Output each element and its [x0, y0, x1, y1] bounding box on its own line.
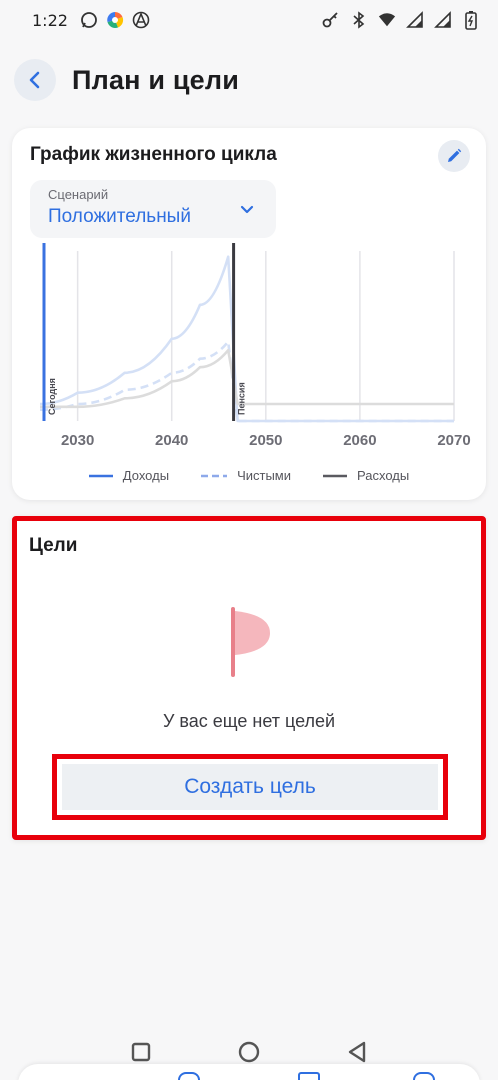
- series-line: [39, 340, 454, 423]
- x-tick-label: 2040: [155, 432, 188, 449]
- x-tick-label: 2050: [249, 432, 282, 449]
- bluetooth-icon: [350, 11, 368, 29]
- status-left-icons: [80, 11, 150, 29]
- legend-label-expenses: Расходы: [357, 468, 410, 483]
- create-goal-highlight: Создать цель: [52, 754, 448, 820]
- battery-icon: [462, 11, 480, 30]
- series-line: [39, 255, 454, 423]
- scenario-value: Положительный: [48, 206, 191, 227]
- create-goal-button[interactable]: Создать цель: [62, 764, 438, 810]
- signal-icon: [434, 11, 452, 29]
- goals-title: Цели: [29, 535, 78, 556]
- edit-button[interactable]: [438, 140, 470, 172]
- legend-item-expenses: Расходы: [323, 468, 409, 483]
- scenario-label: Сценарий: [48, 187, 109, 202]
- legend-item-net: Чистыми: [201, 468, 291, 483]
- lifecycle-chart-card: График жизненного цикла Сценарий Положит…: [12, 128, 486, 500]
- legend-label-income: Доходы: [122, 468, 170, 483]
- x-tick-label: 2060: [343, 432, 376, 449]
- chart-title: График жизненного цикла: [30, 144, 277, 165]
- circle-icon: [238, 1041, 260, 1063]
- legend-item-income: Доходы: [88, 468, 170, 483]
- legend-label-net: Чистыми: [237, 468, 291, 483]
- flag-icon: [231, 607, 270, 677]
- key-icon: [322, 11, 340, 29]
- triangle-left-icon: [348, 1041, 366, 1063]
- chevron-left-icon: [29, 71, 40, 89]
- lifecycle-chart: 2030 2040 2050 2060 2070 Сегодня Пенсия: [39, 243, 471, 449]
- wifi-icon: [378, 11, 396, 29]
- signal-icon: [406, 11, 424, 29]
- bottom-tab-bar: [18, 1064, 480, 1080]
- back-button[interactable]: [14, 59, 56, 101]
- anarchy-app-icon: [132, 11, 150, 29]
- goals-card: Цели У вас еще нет целей Создать цель: [12, 516, 486, 840]
- status-bar: 1:22: [0, 0, 498, 40]
- empty-goals-text: У вас еще нет целей: [162, 711, 336, 731]
- tab-icon[interactable]: [413, 1072, 435, 1080]
- page-title: План и цели: [72, 64, 240, 95]
- scenario-select[interactable]: Сценарий Положительный: [30, 180, 276, 238]
- status-time: 1:22: [32, 10, 68, 30]
- pension-label: Пенсия: [237, 382, 247, 415]
- recents-button[interactable]: [129, 1040, 153, 1064]
- back-nav-button[interactable]: [345, 1040, 369, 1064]
- pencil-icon: [448, 148, 462, 162]
- x-tick-label: 2030: [61, 432, 94, 449]
- legend-gray-swatch: [323, 474, 347, 477]
- x-tick-label: 2070: [437, 432, 470, 449]
- today-label: Сегодня: [47, 378, 57, 415]
- header: План и цели: [0, 52, 498, 108]
- home-button[interactable]: [237, 1040, 261, 1064]
- square-icon: [131, 1042, 151, 1062]
- colorful-app-icon: [106, 11, 124, 29]
- tab-icon[interactable]: [298, 1072, 320, 1080]
- series-line: [40, 348, 454, 409]
- chevron-down-icon: [240, 205, 254, 214]
- tab-icon[interactable]: [178, 1072, 200, 1080]
- status-right-icons: [322, 11, 480, 30]
- chart-legend: Доходы Чистыми Расходы: [12, 468, 486, 483]
- legend-solid-swatch: [88, 474, 113, 477]
- legend-dashed-swatch: [201, 474, 228, 477]
- whatsapp-icon: [80, 11, 98, 29]
